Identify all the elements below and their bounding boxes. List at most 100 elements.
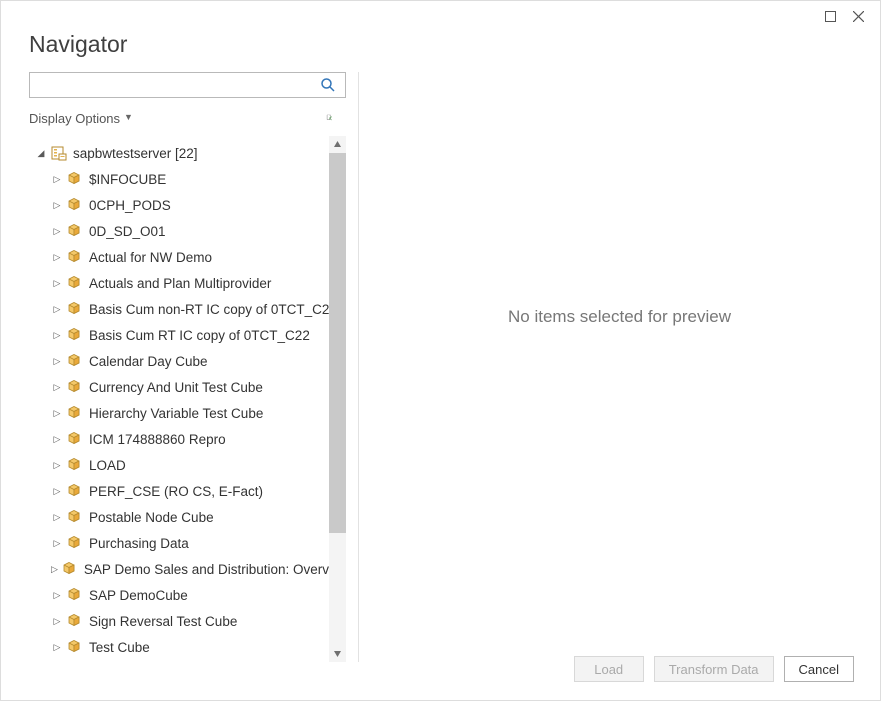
cancel-button-label: Cancel — [799, 662, 839, 677]
transform-data-button[interactable]: Transform Data — [654, 656, 774, 682]
expand-icon[interactable]: ▷ — [51, 434, 63, 445]
tree-root-node[interactable]: ◢ sapbwtestserver [22] — [29, 140, 346, 166]
expand-icon[interactable]: ▷ — [51, 538, 63, 549]
window-maximize-button[interactable] — [816, 5, 844, 27]
dialog-footer: Load Transform Data Cancel — [574, 656, 854, 682]
cube-icon — [67, 535, 83, 551]
load-button[interactable]: Load — [574, 656, 644, 682]
cube-icon — [67, 587, 83, 603]
expand-icon[interactable]: ▷ — [51, 304, 63, 315]
cube-icon — [67, 301, 83, 317]
cube-icon — [67, 327, 83, 343]
navigator-left-panel: Display Options ▼ ◢ — [29, 72, 359, 662]
display-options-dropdown[interactable]: Display Options ▼ — [29, 111, 133, 126]
expand-icon[interactable]: ▷ — [51, 382, 63, 393]
refresh-icon — [326, 109, 332, 127]
chevron-down-icon: ▼ — [124, 112, 133, 122]
tree-item[interactable]: ▷ 0D_SD_O01 — [29, 218, 346, 244]
tree-item-label: Basis Cum RT IC copy of 0TCT_C22 — [89, 328, 310, 343]
tree-item-label: Sign Reversal Test Cube — [89, 614, 237, 629]
tree-scrollbar[interactable] — [329, 136, 346, 662]
scroll-up-arrow[interactable] — [329, 136, 346, 153]
expand-icon[interactable]: ▷ — [51, 590, 63, 601]
tree-item[interactable]: ▷ PERF_CSE (RO CS, E-Fact) — [29, 478, 346, 504]
expand-icon[interactable]: ▷ — [51, 226, 63, 237]
load-button-label: Load — [594, 662, 623, 677]
preview-empty-message: No items selected for preview — [508, 307, 731, 327]
cube-icon — [67, 639, 83, 655]
expand-icon[interactable]: ▷ — [51, 278, 63, 289]
navigator-tree[interactable]: ◢ sapbwtestserver [22] — [29, 136, 346, 662]
expand-icon[interactable]: ▷ — [51, 564, 58, 575]
window-close-button[interactable] — [844, 5, 872, 27]
cube-icon — [67, 249, 83, 265]
dialog-header: Navigator — [1, 31, 880, 72]
tree-item[interactable]: ▷ LOAD — [29, 452, 346, 478]
tree-item-label: SAP Demo Sales and Distribution: Overvie… — [84, 562, 346, 577]
cube-icon — [67, 431, 83, 447]
dialog-title: Navigator — [29, 31, 852, 58]
tree-item[interactable]: ▷ Hierarchy Variable Test Cube — [29, 400, 346, 426]
expand-icon[interactable]: ▷ — [51, 252, 63, 263]
expand-icon[interactable]: ▷ — [51, 408, 63, 419]
preview-panel: No items selected for preview — [359, 72, 880, 662]
cube-icon — [67, 483, 83, 499]
cube-icon — [62, 561, 78, 577]
tree-item-label: Postable Node Cube — [89, 510, 214, 525]
tree-item[interactable]: ▷ Basis Cum non-RT IC copy of 0TCT_C22 — [29, 296, 346, 322]
tree-item-label: 0CPH_PODS — [89, 198, 171, 213]
cube-icon — [67, 171, 83, 187]
expand-icon[interactable]: ▷ — [51, 174, 63, 185]
tree-item[interactable]: ▷ Postable Node Cube — [29, 504, 346, 530]
expand-icon[interactable]: ▷ — [51, 616, 63, 627]
tree-item[interactable]: ▷ Calendar Day Cube — [29, 348, 346, 374]
cancel-button[interactable]: Cancel — [784, 656, 854, 682]
tree-item[interactable]: ▷ SAP DemoCube — [29, 582, 346, 608]
tree-item-label: Test Cube — [89, 640, 150, 655]
search-box[interactable] — [29, 72, 346, 98]
scroll-down-arrow[interactable] — [329, 645, 346, 662]
tree-item[interactable]: ▷ SAP Demo Sales and Distribution: Overv… — [29, 556, 346, 582]
tree-item[interactable]: ▷ Currency And Unit Test Cube — [29, 374, 346, 400]
cube-icon — [67, 275, 83, 291]
cube-icon — [67, 379, 83, 395]
tree-item-label: 0D_SD_O01 — [89, 224, 166, 239]
tree-item-label: $INFOCUBE — [89, 172, 166, 187]
expand-icon[interactable]: ▷ — [51, 460, 63, 471]
tree-item[interactable]: ▷ Basis Cum RT IC copy of 0TCT_C22 — [29, 322, 346, 348]
expand-icon[interactable]: ▷ — [51, 330, 63, 341]
expand-icon[interactable]: ▷ — [51, 642, 63, 653]
tree-item[interactable]: ▷ Actuals and Plan Multiprovider — [29, 270, 346, 296]
expand-icon[interactable]: ▷ — [51, 486, 63, 497]
tree-item-label: Actuals and Plan Multiprovider — [89, 276, 271, 291]
tree-item[interactable]: ▷ ICM 174888860 Repro — [29, 426, 346, 452]
tree-item[interactable]: ▷ Test Cube — [29, 634, 346, 660]
window-titlebar — [1, 1, 880, 31]
cube-icon — [67, 353, 83, 369]
tree-item-label: Calendar Day Cube — [89, 354, 208, 369]
tree-item[interactable]: ▷ 0CPH_PODS — [29, 192, 346, 218]
tree-item[interactable]: ▷ Actual for NW Demo — [29, 244, 346, 270]
cube-icon — [67, 509, 83, 525]
tree-item-label: Purchasing Data — [89, 536, 189, 551]
expand-icon[interactable]: ▷ — [51, 200, 63, 211]
tree-root-label: sapbwtestserver [22] — [73, 146, 198, 161]
search-icon[interactable] — [321, 78, 345, 92]
tree-item-label: PERF_CSE (RO CS, E-Fact) — [89, 484, 263, 499]
tree-item-label: Basis Cum non-RT IC copy of 0TCT_C22 — [89, 302, 337, 317]
tree-item[interactable]: ▷ $INFOCUBE — [29, 166, 346, 192]
cube-icon — [67, 613, 83, 629]
tree-item-label: Hierarchy Variable Test Cube — [89, 406, 263, 421]
tree-item-label: Currency And Unit Test Cube — [89, 380, 263, 395]
search-input[interactable] — [30, 73, 321, 97]
collapse-icon[interactable]: ◢ — [35, 148, 47, 159]
transform-data-button-label: Transform Data — [669, 662, 759, 677]
expand-icon[interactable]: ▷ — [51, 356, 63, 367]
scroll-thumb[interactable] — [329, 153, 346, 533]
refresh-button[interactable] — [326, 108, 346, 128]
tree-item[interactable]: ▷ Purchasing Data — [29, 530, 346, 556]
expand-icon[interactable]: ▷ — [51, 512, 63, 523]
tree-item[interactable]: ▷ Sign Reversal Test Cube — [29, 608, 346, 634]
tree-item-label: Actual for NW Demo — [89, 250, 212, 265]
server-icon — [51, 145, 67, 161]
